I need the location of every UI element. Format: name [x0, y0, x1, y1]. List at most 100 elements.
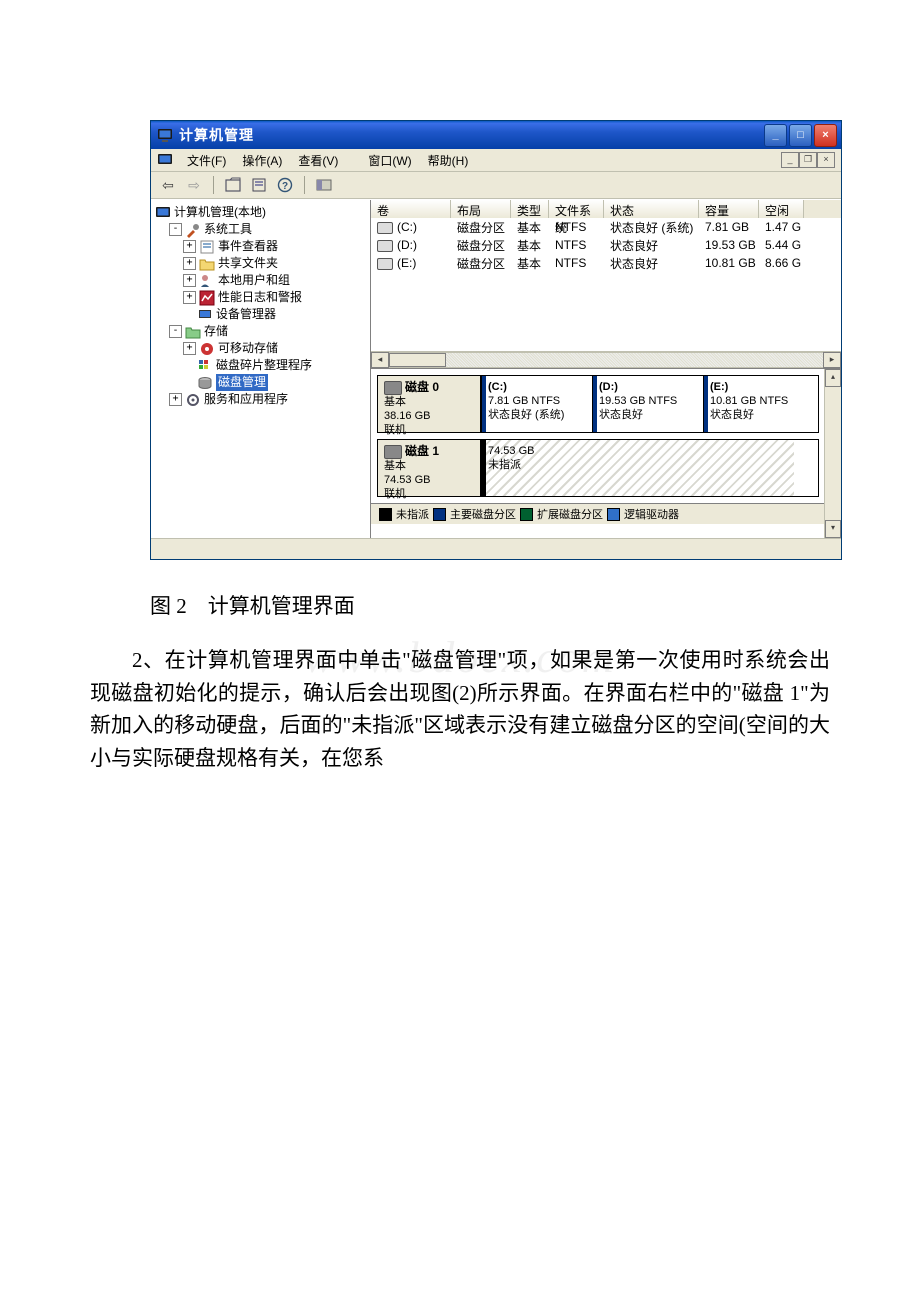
- col-filesystem[interactable]: 文件系统: [549, 200, 604, 218]
- col-type[interactable]: 类型: [511, 200, 549, 218]
- col-layout[interactable]: 布局: [451, 200, 511, 218]
- menu-window[interactable]: 窗口(W): [360, 152, 419, 169]
- volume-list-header[interactable]: 卷 布局 类型 文件系统 状态 容量 空闲: [371, 200, 841, 218]
- close-button[interactable]: ×: [814, 124, 837, 147]
- scroll-up-button[interactable]: ▴: [825, 369, 841, 387]
- help-button[interactable]: ?: [274, 174, 296, 196]
- collapse-icon[interactable]: -: [169, 223, 182, 236]
- mdi-minimize-button[interactable]: _: [781, 152, 799, 168]
- window-title: 计算机管理: [179, 125, 764, 145]
- back-button[interactable]: ⇦: [157, 174, 179, 196]
- scroll-down-button[interactable]: ▾: [825, 520, 841, 538]
- disk-icon: [384, 445, 402, 459]
- disk-mgmt-icon: [197, 375, 213, 391]
- device-icon: [197, 307, 213, 323]
- app-icon: [157, 127, 173, 143]
- volume-row[interactable]: (E:)磁盘分区基本NTFS状态良好10.81 GB8.66 G: [371, 254, 841, 272]
- menu-file[interactable]: 文件(F): [179, 152, 234, 169]
- body-paragraph: 2、在计算机管理界面中单击"磁盘管理"项，如果是第一次使用时系统会出现磁盘初始化…: [90, 644, 830, 774]
- shared-folder-icon: [199, 256, 215, 272]
- tree-local-users[interactable]: + 本地用户和组: [155, 272, 370, 289]
- expand-icon[interactable]: +: [169, 393, 182, 406]
- mdi-restore-button[interactable]: ❐: [799, 152, 817, 168]
- drive-icon: [377, 222, 393, 234]
- tree-services-apps[interactable]: + 服务和应用程序: [155, 391, 370, 408]
- tree-disk-management[interactable]: 磁盘管理: [155, 374, 370, 391]
- expand-icon[interactable]: +: [183, 291, 196, 304]
- volume-row[interactable]: (D:)磁盘分区基本NTFS状态良好19.53 GB5.44 G: [371, 236, 841, 254]
- expand-icon[interactable]: +: [183, 342, 196, 355]
- legend-swatch-logical: [607, 508, 620, 521]
- perf-icon: [199, 290, 215, 306]
- col-status[interactable]: 状态: [604, 200, 699, 218]
- disk-row[interactable]: 磁盘 1基本74.53 GB联机74.53 GB未指派: [377, 439, 819, 497]
- legend-extended: 扩展磁盘分区: [537, 506, 603, 522]
- v-scrollbar[interactable]: ▴ ▾: [824, 369, 841, 538]
- tools-icon: [185, 222, 201, 238]
- h-scroll-thumb[interactable]: [389, 353, 446, 367]
- tree-root[interactable]: 计算机管理(本地): [155, 204, 370, 221]
- volume-list[interactable]: 卷 布局 类型 文件系统 状态 容量 空闲 (C:)磁盘分区基本NTFS状态良好…: [371, 200, 841, 368]
- menu-view[interactable]: 查看(V): [290, 152, 346, 169]
- partition[interactable]: (D:)19.53 GB NTFS状态良好: [592, 376, 703, 432]
- figure-caption: 图 2 计算机管理界面: [150, 590, 830, 620]
- svg-text:?: ?: [282, 181, 288, 192]
- legend-swatch-unallocated: [379, 508, 392, 521]
- legend-swatch-extended: [520, 508, 533, 521]
- scroll-left-button[interactable]: ◂: [371, 352, 389, 368]
- removable-icon: [199, 341, 215, 357]
- partition[interactable]: (E:)10.81 GB NTFS状态良好: [703, 376, 814, 432]
- menu-help[interactable]: 帮助(H): [420, 152, 477, 169]
- tree-device-manager[interactable]: 设备管理器: [155, 306, 370, 323]
- services-icon: [185, 392, 201, 408]
- title-bar[interactable]: 计算机管理 _ □ ×: [151, 121, 841, 149]
- storage-icon: [185, 324, 201, 340]
- tree-removable[interactable]: + 可移动存储: [155, 340, 370, 357]
- minimize-button[interactable]: _: [764, 124, 787, 147]
- col-capacity[interactable]: 容量: [699, 200, 759, 218]
- unallocated-region[interactable]: 74.53 GB未指派: [481, 440, 794, 496]
- show-hide-button[interactable]: [313, 174, 335, 196]
- tree-event-viewer[interactable]: + 事件查看器: [155, 238, 370, 255]
- disk-icon: [384, 381, 402, 395]
- tree-shared-folders[interactable]: + 共享文件夹: [155, 255, 370, 272]
- properties-button[interactable]: [248, 174, 270, 196]
- maximize-button[interactable]: □: [789, 124, 812, 147]
- disk-header[interactable]: 磁盘 0基本38.16 GB联机: [378, 376, 481, 432]
- disk-graphical-view[interactable]: 磁盘 0基本38.16 GB联机(C:)7.81 GB NTFS状态良好 (系统…: [371, 368, 841, 538]
- up-level-button[interactable]: [222, 174, 244, 196]
- forward-button[interactable]: ⇨: [183, 174, 205, 196]
- tree-system-tools[interactable]: - 系统工具: [155, 221, 370, 238]
- disk-header[interactable]: 磁盘 1基本74.53 GB联机: [378, 440, 481, 496]
- tree-storage[interactable]: - 存储: [155, 323, 370, 340]
- mdi-icon: [157, 152, 173, 168]
- drive-icon: [377, 258, 393, 270]
- col-volume[interactable]: 卷: [371, 200, 451, 218]
- disk-row[interactable]: 磁盘 0基本38.16 GB联机(C:)7.81 GB NTFS状态良好 (系统…: [377, 375, 819, 433]
- expand-icon[interactable]: +: [183, 274, 196, 287]
- defrag-icon: [197, 358, 213, 374]
- scroll-right-button[interactable]: ▸: [823, 352, 841, 368]
- partition[interactable]: (C:)7.81 GB NTFS状态良好 (系统): [481, 376, 592, 432]
- tree-defrag[interactable]: 磁盘碎片整理程序: [155, 357, 370, 374]
- tree-perf-logs[interactable]: + 性能日志和警报: [155, 289, 370, 306]
- h-scrollbar[interactable]: ◂ ▸: [371, 351, 841, 368]
- menu-action[interactable]: 操作(A): [234, 152, 290, 169]
- computer-management-window: 计算机管理 _ □ × 文件(F) 操作(A) 查看(V) 窗口(W) 帮助(H…: [150, 120, 842, 560]
- volume-row[interactable]: (C:)磁盘分区基本NTFS状态良好 (系统)7.81 GB1.47 G: [371, 218, 841, 236]
- legend-unallocated: 未指派: [396, 506, 429, 522]
- legend-swatch-primary: [433, 508, 446, 521]
- legend: 未指派 主要磁盘分区 扩展磁盘分区 逻辑驱动器: [371, 503, 841, 524]
- col-free[interactable]: 空闲: [759, 200, 804, 218]
- drive-icon: [377, 240, 393, 252]
- mdi-close-button[interactable]: ×: [817, 152, 835, 168]
- collapse-icon[interactable]: -: [169, 325, 182, 338]
- toolbar: ⇦ ⇨ ?: [151, 172, 841, 199]
- expand-icon[interactable]: +: [183, 240, 196, 253]
- status-bar: [151, 538, 841, 559]
- legend-primary: 主要磁盘分区: [450, 506, 516, 522]
- console-tree[interactable]: 计算机管理(本地) - 系统工具 + 事件查看器 + 共享文件夹: [151, 200, 371, 538]
- expand-icon[interactable]: +: [183, 257, 196, 270]
- computer-icon: [155, 205, 171, 221]
- legend-logical: 逻辑驱动器: [624, 506, 679, 522]
